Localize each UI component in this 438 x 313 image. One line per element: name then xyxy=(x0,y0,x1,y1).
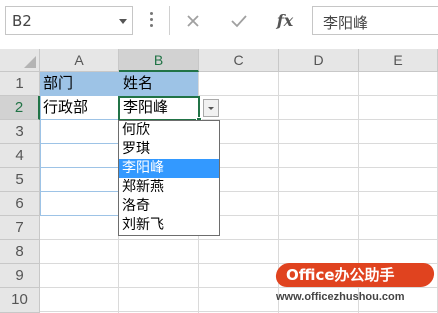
dropdown-option[interactable]: 罗琪 xyxy=(119,140,219,159)
row-header-10[interactable]: 10 xyxy=(0,288,40,313)
active-cell-border xyxy=(118,96,202,123)
cell-b1[interactable]: 姓名 xyxy=(118,72,198,96)
dropdown-option-highlighted[interactable]: 李阳峰 xyxy=(119,159,219,178)
row-header-8[interactable]: 8 xyxy=(0,240,40,264)
name-box[interactable]: B2 xyxy=(5,6,133,35)
row-header-4[interactable]: 4 xyxy=(0,144,40,168)
chevron-down-icon xyxy=(208,107,214,110)
dropdown-option[interactable]: 何欣 xyxy=(119,121,219,140)
dropdown-option[interactable]: 洛奇 xyxy=(119,197,219,216)
enter-button[interactable] xyxy=(218,6,260,35)
watermark: Office办公助手 www.officezhushou.com xyxy=(274,263,438,313)
formula-input[interactable]: 李阳峰 xyxy=(312,6,438,35)
cancel-button[interactable] xyxy=(172,6,214,35)
watermark-url: www.officezhushou.com xyxy=(276,291,405,303)
column-header-a[interactable]: A xyxy=(40,49,119,72)
row-header-7[interactable]: 7 xyxy=(0,216,40,240)
column-header-b[interactable]: B xyxy=(119,49,199,72)
cell-a1[interactable]: 部门 xyxy=(40,72,118,96)
row-header-3[interactable]: 3 xyxy=(0,120,40,144)
watermark-title: Office办公助手 xyxy=(286,266,395,284)
cell-a2[interactable]: 行政部 xyxy=(40,96,118,120)
row-header-9[interactable]: 9 xyxy=(0,264,40,288)
list-dropdown-button[interactable] xyxy=(203,99,219,117)
more-options-icon[interactable] xyxy=(150,12,154,30)
column-header-d[interactable]: D xyxy=(279,49,359,72)
formula-divider xyxy=(169,6,170,35)
name-box-value: B2 xyxy=(12,12,32,30)
column-header-c[interactable]: C xyxy=(199,49,279,72)
select-all-button[interactable] xyxy=(0,49,40,72)
chevron-down-icon[interactable] xyxy=(119,19,127,24)
validation-dropdown-list[interactable]: 何欣 罗琪 李阳峰 郑新燕 洛奇 刘新飞 xyxy=(118,120,220,236)
row-header-6[interactable]: 6 xyxy=(0,192,40,216)
row-header-5[interactable]: 5 xyxy=(0,168,40,192)
formula-value: 李阳峰 xyxy=(323,14,369,32)
row-header-2[interactable]: 2 xyxy=(0,96,40,120)
close-icon xyxy=(187,14,199,27)
formula-bar: B2 fx 李阳峰 xyxy=(0,0,438,44)
dropdown-option[interactable]: 郑新燕 xyxy=(119,178,219,197)
dropdown-option[interactable]: 刘新飞 xyxy=(119,216,219,235)
insert-function-button[interactable]: fx xyxy=(264,6,306,35)
row-header-1[interactable]: 1 xyxy=(0,72,40,96)
check-icon xyxy=(231,14,247,27)
column-header-e[interactable]: E xyxy=(359,49,438,72)
